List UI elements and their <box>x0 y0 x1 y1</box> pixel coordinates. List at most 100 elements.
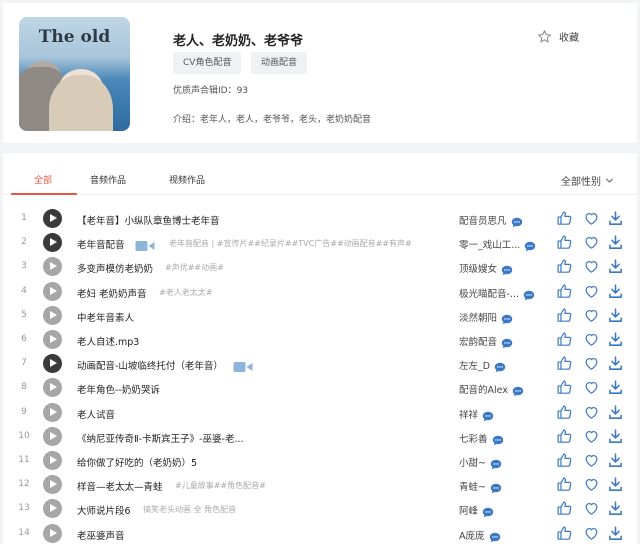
play-icon[interactable] <box>43 354 62 374</box>
heart-icon[interactable] <box>583 331 600 348</box>
heart-icon[interactable] <box>583 525 600 542</box>
like-icon[interactable] <box>556 525 573 542</box>
track-title[interactable]: 老年角色--奶奶哭诉 <box>77 382 160 396</box>
tab-all[interactable]: 全部 <box>34 173 52 186</box>
download-icon[interactable] <box>607 307 624 324</box>
play-icon[interactable] <box>43 523 62 543</box>
message-icon[interactable] <box>501 261 513 276</box>
artist-name[interactable]: 小甜~ <box>459 455 486 469</box>
favorite-button[interactable]: 收藏 <box>537 29 579 44</box>
artist-name[interactable]: 顶级嫂女 <box>459 261 497 275</box>
heart-icon[interactable] <box>583 307 600 324</box>
artist-name[interactable]: 青蛙~ <box>459 479 486 493</box>
track-row[interactable]: 7 动画配音-山坡临终托付（老年音） 左左_D <box>3 352 637 376</box>
play-icon[interactable] <box>43 233 62 253</box>
artist-name[interactable]: 祥祥 <box>459 407 478 421</box>
play-icon[interactable] <box>43 305 62 325</box>
track-title[interactable]: 老巫婆声音 <box>77 528 125 542</box>
message-icon[interactable] <box>494 358 506 373</box>
track-row[interactable]: 13 大师说片段6 搞笑老头动画 全 角色配音 阿峰 <box>3 497 637 521</box>
message-icon[interactable] <box>501 334 513 349</box>
artist-name[interactable]: 配音的Alex <box>459 382 508 396</box>
artist-name[interactable]: 淡然朝阳 <box>459 310 497 324</box>
track-row[interactable]: 12 样音—老太太—青蛙 #儿童故事##角色配音# 青蛙~ <box>3 473 637 497</box>
download-icon[interactable] <box>607 500 624 517</box>
play-icon[interactable] <box>43 451 62 470</box>
track-row[interactable]: 11 给你做了好吃的（老奶奶）5 小甜~ <box>3 449 637 473</box>
like-icon[interactable] <box>556 283 573 300</box>
track-row[interactable]: 1 【老年音】小纵队章鱼博士老年音 配音员思凡 <box>3 207 637 231</box>
track-title[interactable]: 老人试音 <box>77 407 115 421</box>
track-title[interactable]: 中老年音素人 <box>77 310 134 324</box>
track-row[interactable]: 3 多变声模仿老奶奶 #声优##动画# 顶级嫂女 <box>3 255 637 279</box>
play-icon[interactable] <box>43 209 62 228</box>
track-row[interactable]: 2 老年音配音 老年音配音 | #宣传片##纪录片##TVC广告##动画配音##有声… <box>3 231 637 255</box>
track-row[interactable]: 6 老人自述.mp3 宏韵配音 <box>3 328 637 352</box>
play-icon[interactable] <box>43 499 62 519</box>
artist-name[interactable]: 配音员思凡 <box>459 213 507 227</box>
download-icon[interactable] <box>607 283 624 300</box>
like-icon[interactable] <box>556 428 573 445</box>
track-row[interactable]: 14 老巫婆声音 A庞庞 <box>3 522 637 544</box>
download-icon[interactable] <box>607 379 624 396</box>
track-title[interactable]: 《纳尼亚传奇Ⅱ-卡斯宾王子》-巫婆-老... <box>77 431 244 445</box>
track-title[interactable]: 样音—老太太—青蛙 <box>77 479 163 493</box>
album-cover-image[interactable]: The old <box>19 17 130 131</box>
track-row[interactable]: 5 中老年音素人 淡然朝阳 <box>3 304 637 328</box>
heart-icon[interactable] <box>583 500 600 517</box>
track-row[interactable]: 8 老年角色--奶奶哭诉 配音的Alex <box>3 376 637 400</box>
message-icon[interactable] <box>490 479 502 494</box>
like-icon[interactable] <box>556 404 573 421</box>
track-title[interactable]: 大师说片段6 <box>77 503 131 517</box>
heart-icon[interactable] <box>583 283 600 300</box>
heart-icon[interactable] <box>583 234 600 251</box>
download-icon[interactable] <box>607 355 624 372</box>
tag-animation[interactable]: 动画配音 <box>251 52 308 74</box>
heart-icon[interactable] <box>583 258 600 275</box>
play-icon[interactable] <box>43 426 62 446</box>
track-title[interactable]: 老人自述.mp3 <box>77 334 139 348</box>
download-icon[interactable] <box>607 404 624 421</box>
artist-name[interactable]: A庞庞 <box>459 528 485 542</box>
track-row[interactable]: 9 老人试音 祥祥 <box>3 401 637 425</box>
video-icon[interactable] <box>135 237 155 252</box>
download-icon[interactable] <box>607 258 624 275</box>
message-icon[interactable] <box>511 213 523 228</box>
like-icon[interactable] <box>556 331 573 348</box>
like-icon[interactable] <box>556 234 573 251</box>
gender-filter-dropdown[interactable]: 全部性别 <box>561 173 614 188</box>
message-icon[interactable] <box>489 528 501 542</box>
message-icon[interactable] <box>490 455 502 470</box>
play-icon[interactable] <box>43 402 62 422</box>
heart-icon[interactable] <box>583 428 600 445</box>
like-icon[interactable] <box>556 476 573 493</box>
play-icon[interactable] <box>43 257 62 277</box>
like-icon[interactable] <box>556 210 573 227</box>
track-title[interactable]: 给你做了好吃的（老奶奶）5 <box>77 455 197 469</box>
tag-cv-role[interactable]: CV角色配音 <box>173 52 242 74</box>
download-icon[interactable] <box>607 476 624 493</box>
artist-name[interactable]: 宏韵配音 <box>459 334 497 348</box>
message-icon[interactable] <box>524 237 536 252</box>
track-title[interactable]: 老妇 老奶奶声音 <box>77 286 147 300</box>
artist-name[interactable]: 左左_D <box>459 358 490 372</box>
track-title[interactable]: 【老年音】小纵队章鱼博士老年音 <box>77 213 220 227</box>
message-icon[interactable] <box>482 407 494 421</box>
download-icon[interactable] <box>607 234 624 251</box>
play-icon[interactable] <box>43 475 62 495</box>
heart-icon[interactable] <box>583 476 600 493</box>
like-icon[interactable] <box>556 307 573 324</box>
tab-audio[interactable]: 音频作品 <box>90 173 126 186</box>
message-icon[interactable] <box>492 431 504 445</box>
heart-icon[interactable] <box>583 452 600 469</box>
like-icon[interactable] <box>556 500 573 517</box>
message-icon[interactable] <box>512 382 524 397</box>
message-icon[interactable] <box>501 310 513 324</box>
artist-name[interactable]: 七彩善 <box>459 431 488 445</box>
heart-icon[interactable] <box>583 210 600 227</box>
like-icon[interactable] <box>556 452 573 469</box>
heart-icon[interactable] <box>583 404 600 421</box>
download-icon[interactable] <box>607 452 624 469</box>
download-icon[interactable] <box>607 210 624 227</box>
play-icon[interactable] <box>43 330 62 349</box>
